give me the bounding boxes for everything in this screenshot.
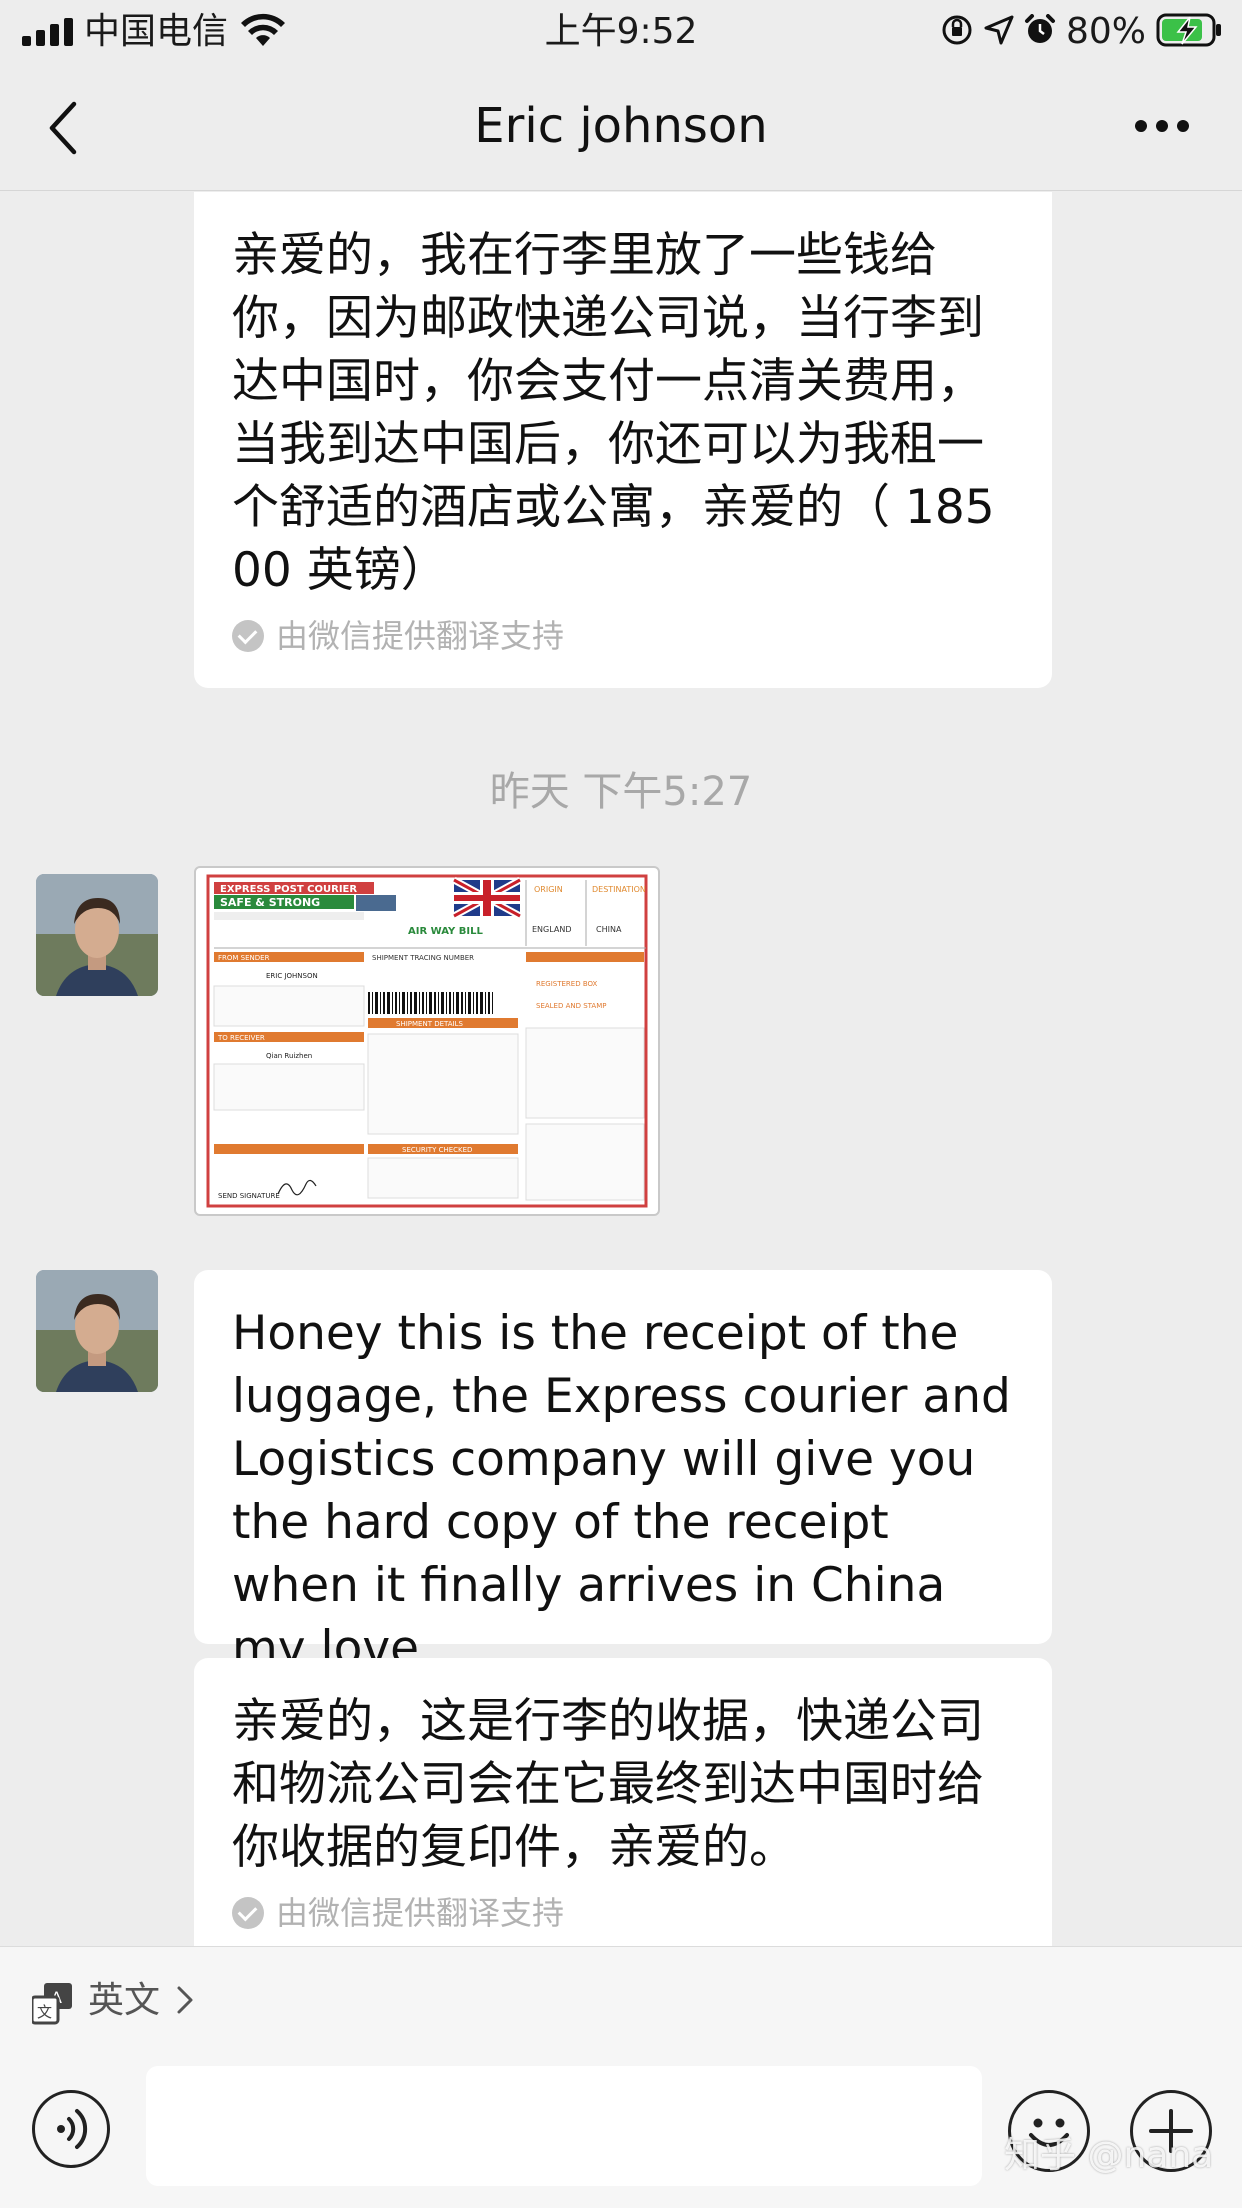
- security-checked-label: SECURITY CHECKED: [402, 1146, 472, 1154]
- status-right: 80%: [940, 8, 1222, 56]
- message-bubble[interactable]: Honey this is the receipt of the luggage…: [194, 1270, 1052, 1676]
- watermark: 知乎 @nana: [1004, 2135, 1214, 2176]
- receipt-image-message[interactable]: EXPRESS POST COURIER SAFE & STRONG ORIGI…: [194, 866, 660, 1216]
- message-input[interactable]: [146, 2066, 982, 2186]
- uk-flag-icon: [452, 876, 522, 920]
- message-bubble-translation[interactable]: 亲爱的，这是行李的收据，快递公司和物流公司会在它最终到达中国时给你收据的复印件，…: [194, 1658, 1052, 1946]
- battery-percent: 80%: [1065, 11, 1146, 52]
- chat-input-bar: [0, 2058, 1242, 2208]
- message-text: 亲爱的，我在行李里放了一些钱给你，因为邮政快递公司说，当行李到达中国时，你会支付…: [232, 228, 995, 598]
- translate-language-bar[interactable]: A 文 英文: [0, 1946, 1242, 2059]
- tracking-label: SHIPMENT TRACING NUMBER: [372, 954, 474, 962]
- courier-brand: EXPRESS POST COURIER: [220, 884, 357, 895]
- status-bar: 中国电信 上午9:52 80%: [0, 0, 1242, 64]
- receiver-name: Qian Ruizhen: [266, 1052, 312, 1060]
- to-receiver-label: TO RECEIVER: [217, 1034, 265, 1042]
- message-text: Honey this is the receipt of the luggage…: [232, 1306, 1011, 1676]
- voice-input-icon[interactable]: [32, 2090, 110, 2168]
- air-way-bill-title: AIR WAY BILL: [408, 926, 483, 937]
- translation-credit-label: 由微信提供翻译支持: [276, 1894, 565, 1932]
- courier-slogan: SAFE & STRONG: [220, 896, 320, 909]
- shipment-details-label: SHIPMENT DETAILS: [396, 1020, 463, 1028]
- registered-box-label: REGISTERED BOX: [536, 980, 598, 988]
- translate-language-label[interactable]: 英文: [88, 1973, 160, 2029]
- destination-label: DESTINATION: [592, 885, 646, 894]
- location-icon: [984, 15, 1014, 49]
- chat-title: Eric johnson: [474, 98, 768, 154]
- from-sender-label: FROM SENDER: [218, 954, 270, 962]
- translation-credit-label: 由微信提供翻译支持: [276, 617, 565, 655]
- destination-value: CHINA: [596, 925, 622, 934]
- origin-label: ORIGIN: [534, 885, 563, 894]
- translation-credit: 由微信提供翻译支持: [232, 1891, 1014, 1935]
- translation-credit: 由微信提供翻译支持: [232, 614, 1014, 658]
- battery-charging-icon: [1156, 13, 1222, 51]
- sender-name: ERIC JOHNSON: [266, 972, 318, 980]
- sealed-label: SEALED AND STAMP: [536, 1002, 606, 1010]
- message-text: 亲爱的，这是行李的收据，快递公司和物流公司会在它最终到达中国时给你收据的复印件，…: [232, 1694, 984, 1875]
- alarm-icon: [1024, 14, 1056, 50]
- barcode: [366, 992, 496, 1014]
- check-circle-icon: [232, 620, 264, 652]
- origin-value: ENGLAND: [532, 925, 572, 934]
- orientation-lock-icon: [940, 13, 974, 51]
- contact-avatar[interactable]: [36, 874, 158, 996]
- message-bubble-translation[interactable]: 亲爱的，我在行李里放了一些钱给你，因为邮政快递公司说，当行李到达中国时，你会支付…: [194, 192, 1052, 688]
- chevron-right-icon: [176, 1985, 194, 2019]
- check-circle-icon: [232, 1897, 264, 1929]
- message-timestamp: 昨天 下午5:27: [489, 769, 753, 815]
- contact-avatar[interactable]: [36, 1270, 158, 1392]
- translate-icon: A 文: [30, 1983, 74, 2029]
- chat-header: Eric johnson: [0, 64, 1242, 191]
- more-options-icon[interactable]: [1134, 118, 1190, 137]
- send-signature-label: SEND SIGNATURE: [218, 1192, 280, 1200]
- svg-text:文: 文: [37, 2003, 52, 2021]
